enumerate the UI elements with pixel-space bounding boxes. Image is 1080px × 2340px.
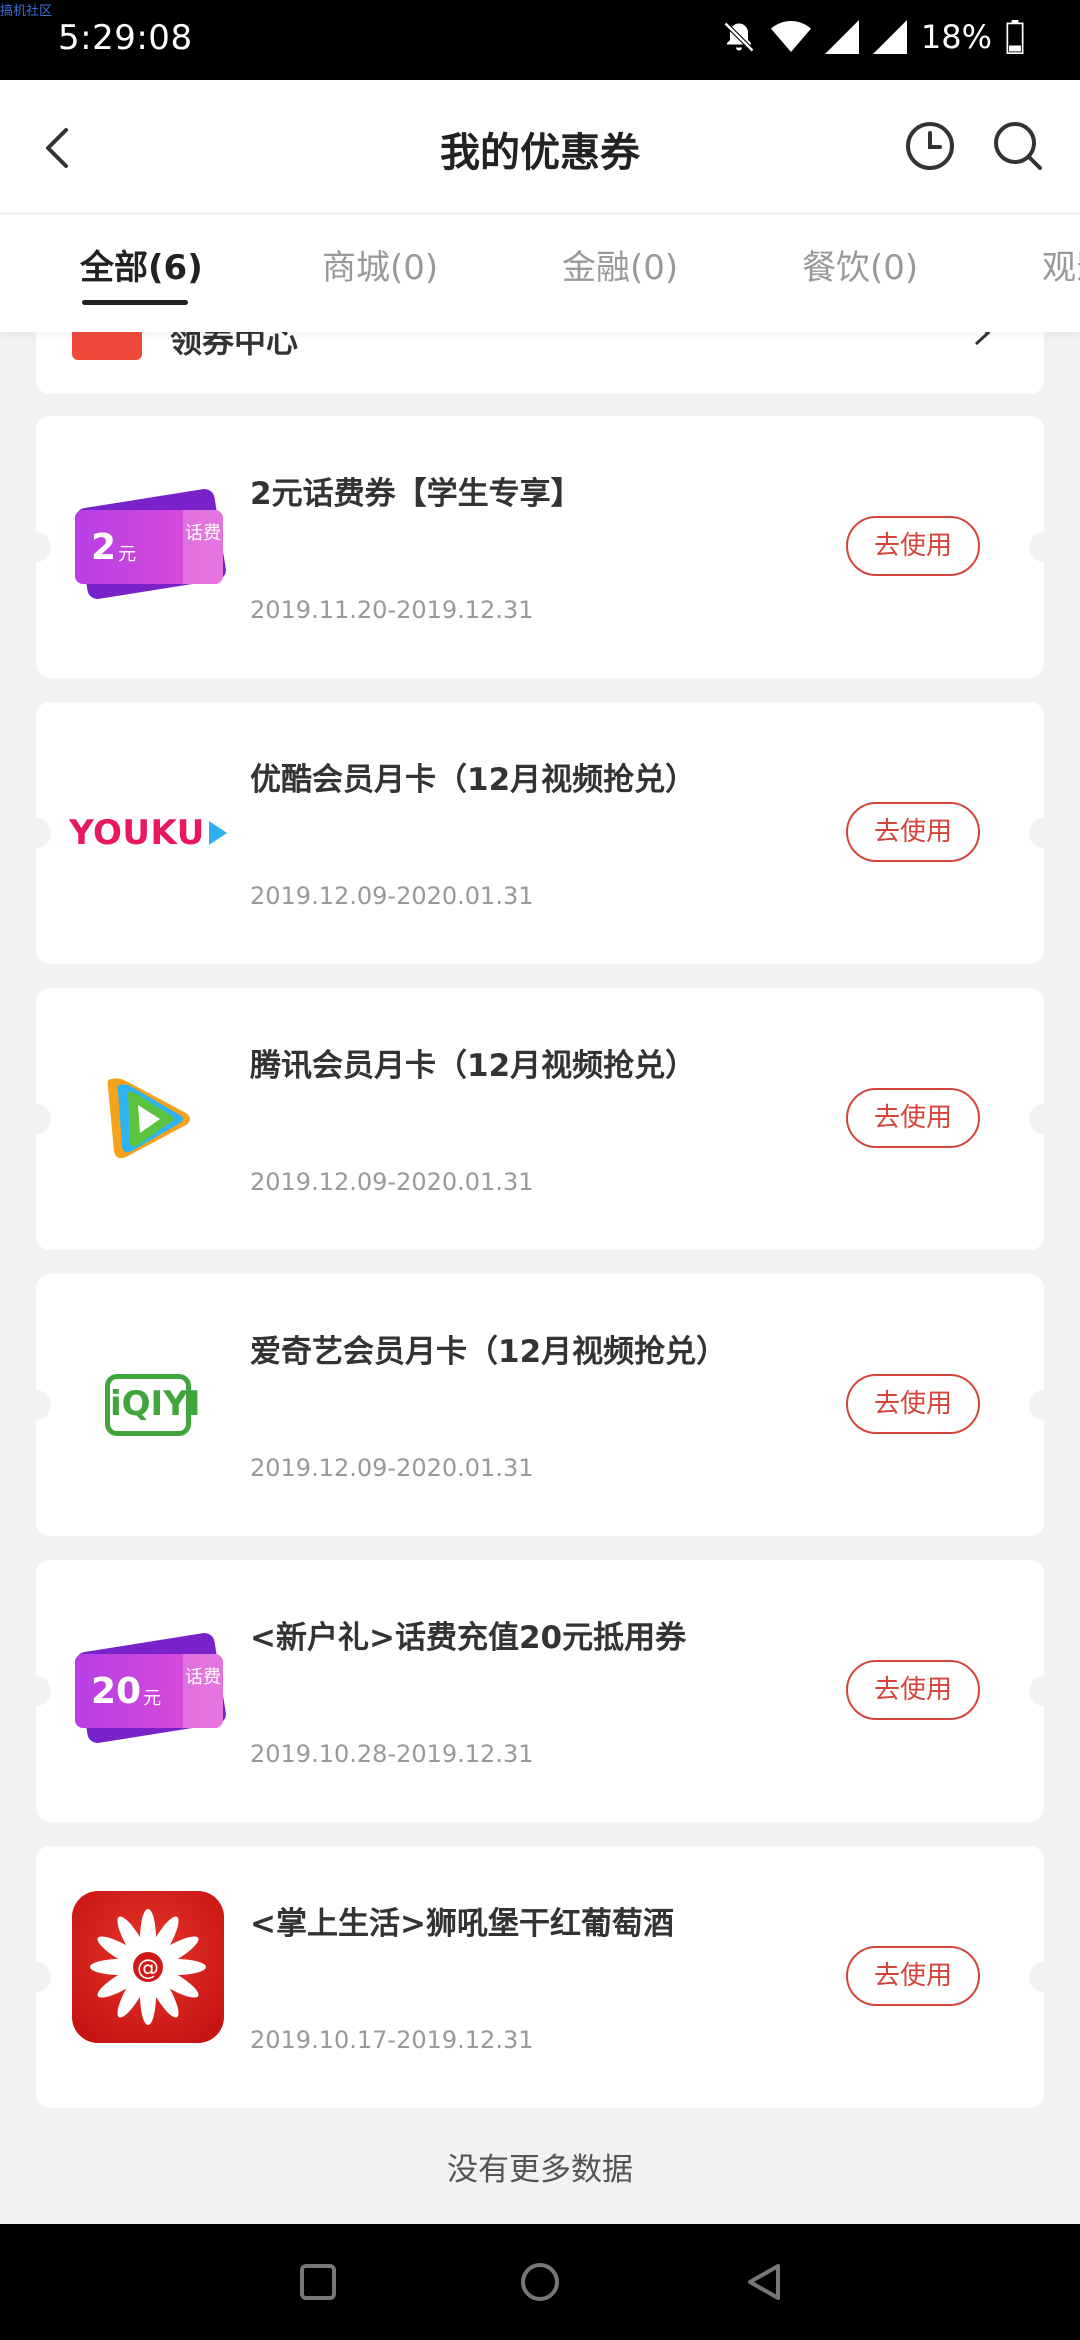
coupon-badge-icon — [72, 332, 142, 360]
recent-apps-icon[interactable] — [292, 2256, 344, 2308]
tab-movies[interactable]: 观影 — [1042, 240, 1080, 289]
active-tab-indicator — [82, 300, 188, 305]
coupon-date: 2019.12.09-2020.01.31 — [250, 1168, 534, 1196]
coupon-name: <掌上生活>狮吼堡干红葡萄酒 — [250, 1906, 674, 1942]
signal-icon — [824, 20, 859, 54]
watermark: 搞机社区 — [0, 4, 53, 19]
coupon-card[interactable]: iQIYI 爱奇艺会员月卡（12月视频抢兑） 2019.12.09-2020.0… — [21, 1274, 1059, 1536]
coupon-name: 腾讯会员月卡（12月视频抢兑） — [250, 1048, 697, 1084]
use-coupon-button[interactable]: 去使用 — [846, 1660, 980, 1720]
phone-credit-ticket-icon: 2 元 话费 — [72, 487, 228, 602]
coupon-center-entry[interactable]: 领券中心 — [36, 332, 1044, 394]
coupon-date: 2019.11.20-2019.12.31 — [250, 596, 534, 624]
tab-mall[interactable]: 商城(0) — [322, 240, 438, 289]
iqiyi-logo-icon: iQIYI — [72, 1350, 224, 1460]
coupon-center-label: 领券中心 — [170, 332, 299, 360]
battery-level: 18% — [920, 18, 992, 56]
app-header: 我的优惠券 — [0, 80, 1080, 214]
use-coupon-button[interactable]: 去使用 — [846, 1946, 980, 2006]
search-icon[interactable] — [990, 118, 1046, 174]
coupon-name: <新户礼>话费充值20元抵用券 — [250, 1620, 687, 1656]
no-more-data-label: 没有更多数据 — [447, 2152, 633, 2188]
battery-icon — [1006, 20, 1024, 54]
svg-text:@: @ — [137, 1956, 159, 1981]
coupon-card[interactable]: YOUKU 优酷会员月卡（12月视频抢兑） 2019.12.09-2020.01… — [21, 702, 1059, 964]
use-coupon-button[interactable]: 去使用 — [846, 516, 980, 576]
status-bar: 搞机社区 5:29:08 18% — [0, 0, 1080, 80]
signal-icon — [872, 20, 907, 54]
status-icons: 18% — [721, 18, 1024, 56]
mute-bell-icon — [721, 19, 757, 55]
system-navigation-bar — [0, 2224, 1080, 2340]
chevron-right-icon — [974, 332, 991, 346]
clock-icon[interactable] — [902, 118, 958, 174]
youku-logo-icon: YOUKU — [69, 778, 227, 888]
tab-dining[interactable]: 餐饮(0) — [802, 240, 918, 289]
back-icon[interactable] — [738, 2256, 790, 2308]
coupon-card[interactable]: 腾讯会员月卡（12月视频抢兑） 2019.12.09-2020.01.31 去使… — [21, 988, 1059, 1250]
coupon-date: 2019.10.28-2019.12.31 — [250, 1740, 534, 1768]
coupon-card[interactable]: 2 元 话费 2元话费券【学生专享】 2019.11.20-2019.12.31… — [21, 416, 1059, 678]
tencent-video-logo-icon — [72, 1064, 224, 1174]
coupon-date: 2019.12.09-2020.01.31 — [250, 1454, 534, 1482]
status-time: 5:29:08 — [58, 18, 193, 58]
use-coupon-button[interactable]: 去使用 — [846, 802, 980, 862]
category-tabs: 全部(6) 商城(0) 金融(0) 餐饮(0) 观影 — [0, 214, 1080, 332]
coupon-list[interactable]: 领券中心 2 元 话费 2元话费券【学生专享】 2019.11.20-2019.… — [0, 332, 1080, 2224]
coupon-name: 2元话费券【学生专享】 — [250, 476, 582, 512]
tab-all[interactable]: 全部(6) — [80, 240, 203, 289]
use-coupon-button[interactable]: 去使用 — [846, 1374, 980, 1434]
life-app-logo-icon: @ — [72, 1891, 224, 2043]
home-icon[interactable] — [514, 2256, 566, 2308]
wifi-icon — [770, 20, 811, 54]
coupon-date: 2019.12.09-2020.01.31 — [250, 882, 534, 910]
coupon-card[interactable]: 20 元 话费 <新户礼>话费充值20元抵用券 2019.10.28-2019.… — [21, 1560, 1059, 1822]
coupon-card[interactable]: @ <掌上生活>狮吼堡干红葡萄酒 2019.10.17-2019.12.31 去… — [21, 1846, 1059, 2108]
tab-finance[interactable]: 金融(0) — [562, 240, 678, 289]
coupon-date: 2019.10.17-2019.12.31 — [250, 2026, 534, 2054]
use-coupon-button[interactable]: 去使用 — [846, 1088, 980, 1148]
phone-credit-ticket-icon: 20 元 话费 — [72, 1631, 228, 1746]
coupon-name: 优酷会员月卡（12月视频抢兑） — [250, 762, 697, 798]
coupon-name: 爱奇艺会员月卡（12月视频抢兑） — [250, 1334, 728, 1370]
